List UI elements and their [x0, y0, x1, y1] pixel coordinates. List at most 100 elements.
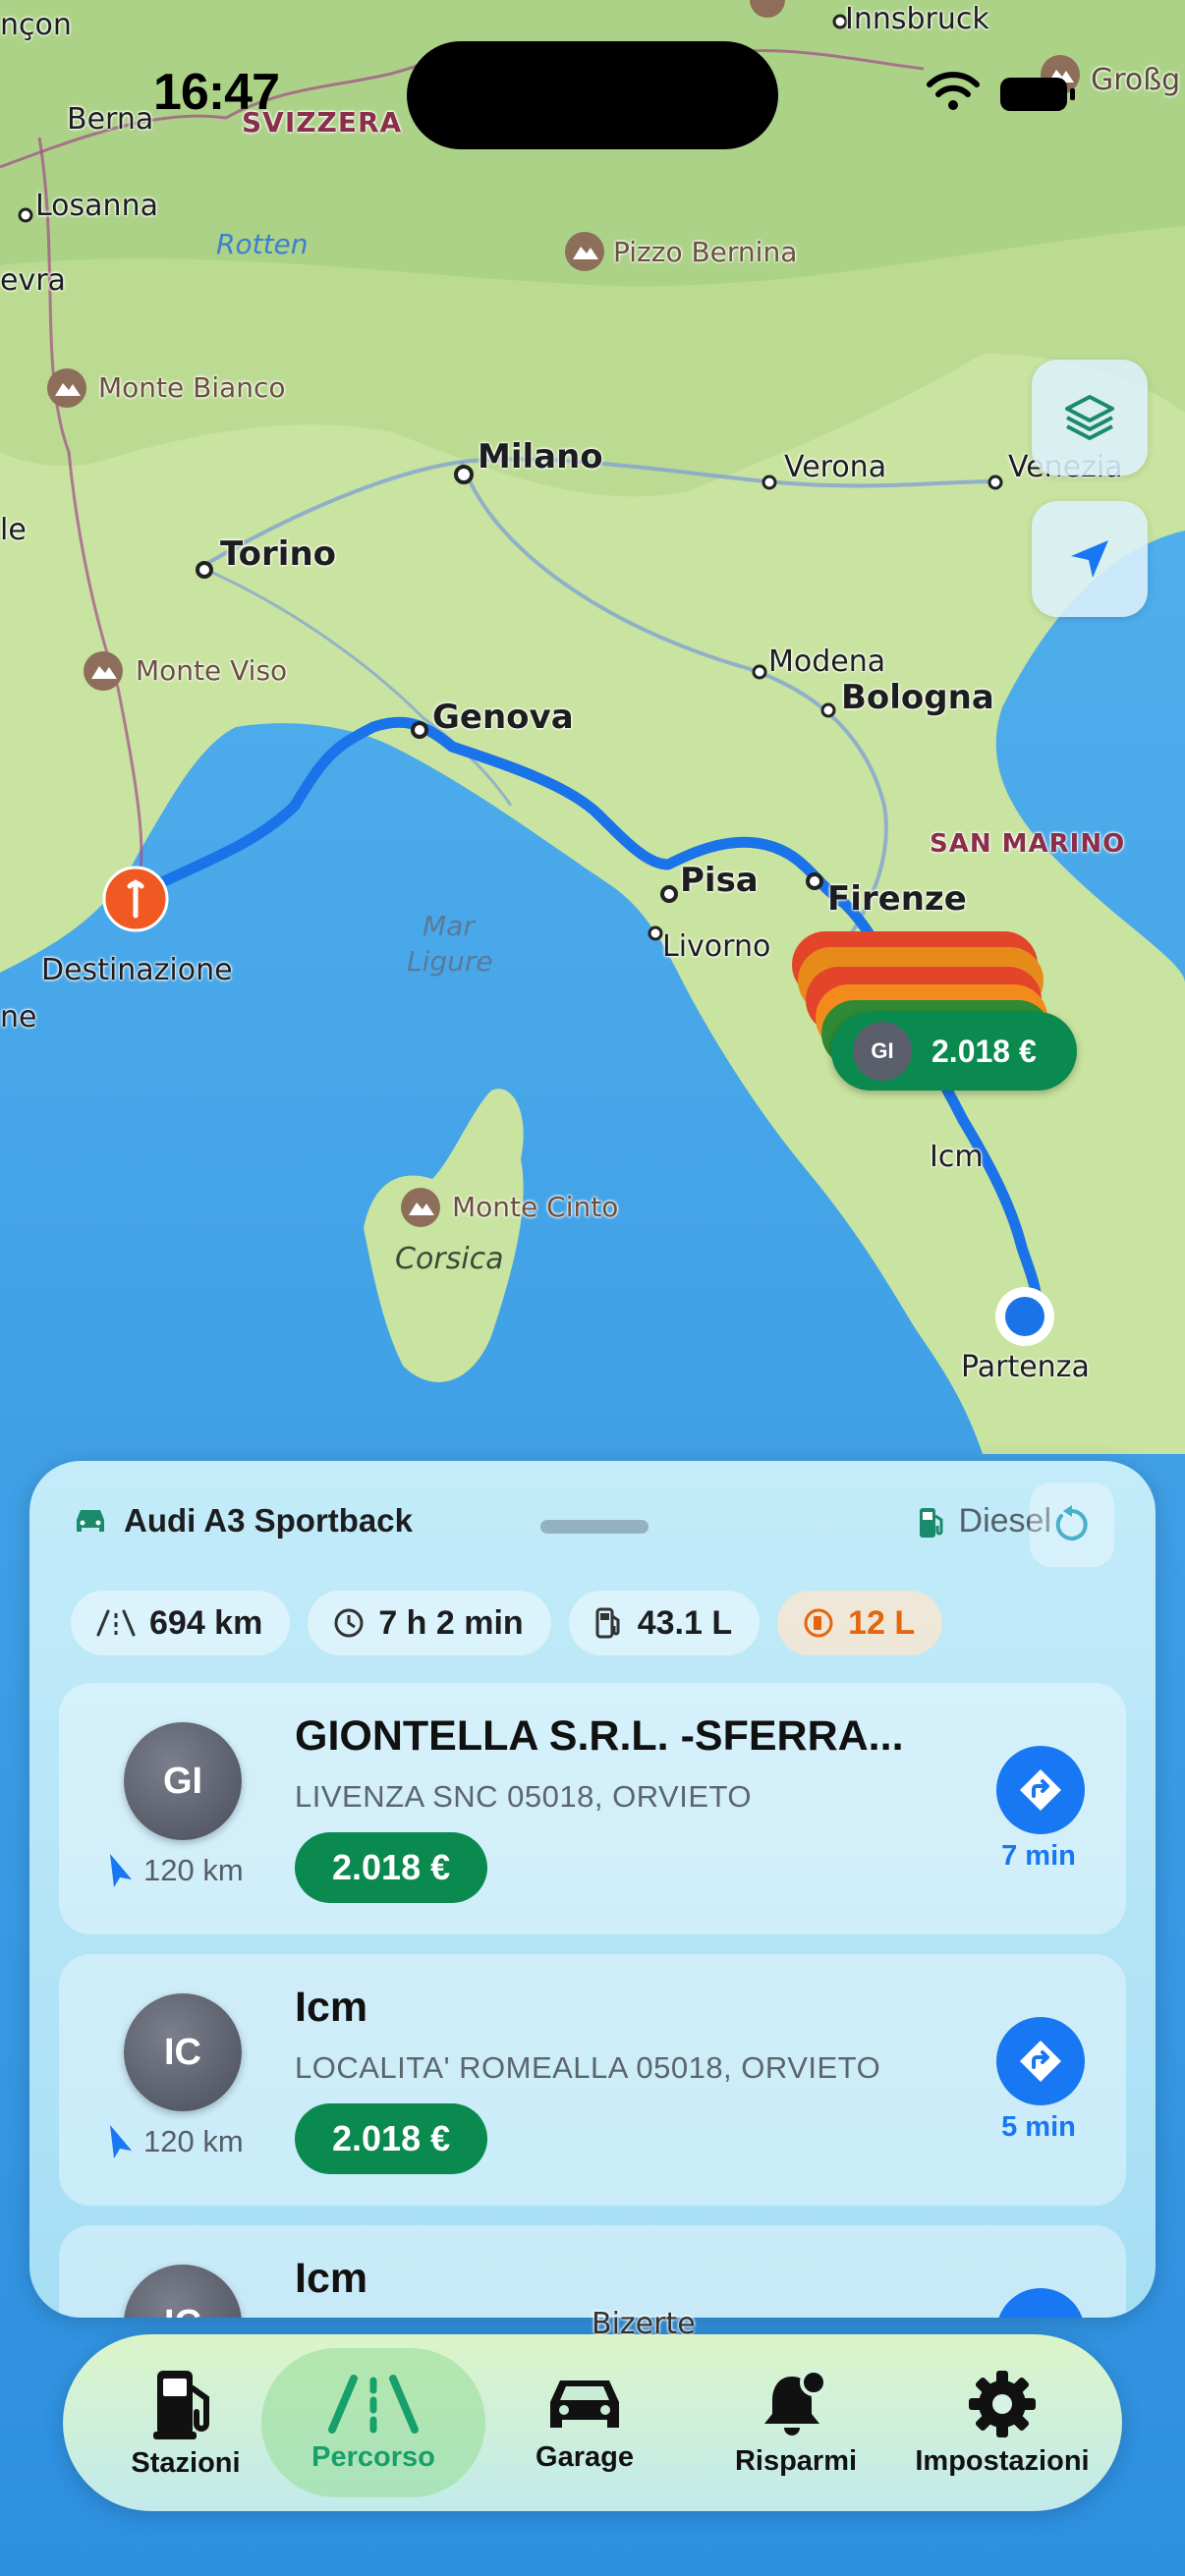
city-label: Berna: [67, 102, 154, 137]
edge-label: evra: [0, 263, 66, 298]
peak-label: Monte Viso: [136, 654, 288, 687]
peak-label: Monte Bianco: [98, 371, 286, 404]
destination-label: Destinazione: [41, 953, 233, 987]
duration-pill: 7 h 2 min: [308, 1591, 551, 1655]
tab-stazioni[interactable]: Stazioni: [112, 2334, 259, 2511]
sea-label: Ligure: [407, 945, 493, 978]
sheet-handle[interactable]: [540, 1520, 649, 1534]
navigate-button[interactable]: [996, 2017, 1085, 2105]
station-avatar: IC: [124, 1993, 242, 2111]
navigate-button[interactable]: [996, 2288, 1085, 2318]
city-label: Milano: [478, 437, 603, 476]
region-label: SAN MARINO: [930, 829, 1126, 859]
bell-badge-icon: [764, 2368, 827, 2436]
station-address: LIVENZA SNC 05018, ORVIETO: [295, 1779, 752, 1814]
station-address: LOCALITA' ROMEALLA 05018, ORVIETO: [295, 2050, 881, 2085]
city-label: Torino: [220, 534, 337, 574]
duration-value: 7 h 2 min: [378, 1603, 524, 1642]
gear-icon: [969, 2370, 1036, 2437]
station-price: 2.018 €: [295, 2103, 488, 2174]
region-label: Corsica: [395, 1242, 504, 1276]
status-time: 16:47: [153, 64, 280, 121]
tab-risparmi[interactable]: Risparmi: [688, 2334, 904, 2511]
dynamic-island: [407, 41, 778, 149]
city-label: Genova: [432, 698, 574, 737]
station-map-label: Icm: [930, 1140, 984, 1174]
distance-pill: 694 km: [71, 1591, 291, 1655]
edge-label: nçon: [0, 8, 72, 42]
station-card[interactable]: IC Icm: [59, 2225, 1126, 2318]
car-icon: [77, 1510, 104, 1532]
vehicle-name: Audi A3 Sportback: [124, 1502, 413, 1539]
distance-value: 694 km: [149, 1603, 263, 1642]
city-label: Pisa: [680, 861, 759, 900]
marker-price: 2.018 €: [931, 1033, 1037, 1069]
route-stats: 694 km 7 h 2 min 43.1 L 12 L: [71, 1591, 943, 1655]
peak-label: Monte Cinto: [452, 1191, 619, 1223]
river-label: Rotten: [216, 228, 309, 260]
station-price: 2.018 €: [295, 1832, 488, 1903]
station-name: GIONTELLA S.R.L. -SFERRA...: [295, 1712, 904, 1760]
station-avatar: IC: [124, 2265, 242, 2318]
location-arrow-icon: [1071, 540, 1108, 578]
station-distance: 120 km: [106, 1852, 244, 1889]
city-label: Firenze: [827, 879, 967, 919]
station-eta: 7 min: [1001, 1840, 1076, 1872]
tab-label: Percorso: [311, 2440, 435, 2473]
station-marker-top[interactable]: GI 2.018 €: [831, 1012, 1077, 1091]
station-distance-value: 120 km: [143, 2124, 244, 2158]
fuel-pump-icon: [153, 2370, 209, 2439]
wifi-icon: [927, 72, 980, 110]
locate-me-button[interactable]: [1032, 501, 1148, 617]
car-icon: [550, 2380, 619, 2428]
route-sheet[interactable]: Audi A3 Sportback Diesel 694 km 7 h 2 mi…: [29, 1461, 1156, 2318]
tab-bar: Stazioni Percorso Garage Risparmi Impost…: [63, 2334, 1122, 2511]
directions-icon: [1020, 2041, 1061, 2082]
station-name: Icm: [295, 2255, 368, 2302]
station-card[interactable]: IC 120 km Icm LOCALITA' ROMEALLA 05018, …: [59, 1954, 1126, 2206]
consumption-pill: 43.1 L: [568, 1591, 761, 1655]
location-arrow-icon: [110, 2125, 132, 2158]
station-card[interactable]: GI 120 km GIONTELLA S.R.L. -SFERRA... LI…: [59, 1683, 1126, 1934]
location-arrow-icon: [110, 1854, 132, 1887]
station-distance-value: 120 km: [143, 1853, 244, 1887]
tab-impostazioni[interactable]: Impostazioni: [904, 2334, 1100, 2511]
road-icon: [96, 1609, 136, 1637]
city-label: Verona: [784, 450, 887, 484]
station-avatar: GI: [124, 1722, 242, 1840]
fuel-pump-icon: [595, 1607, 620, 1639]
layers-icon: [1065, 395, 1114, 440]
reset-route-button[interactable]: [1030, 1483, 1114, 1567]
sea-label: Mar: [423, 910, 475, 942]
station-name: Icm: [295, 1984, 368, 2031]
vehicle-header: Audi A3 Sportback: [73, 1502, 413, 1540]
city-label: Losanna: [35, 189, 158, 223]
tank-value: 12 L: [848, 1603, 916, 1642]
edge-label: ne: [0, 1000, 37, 1035]
peak-label: Pizzo Bernina: [613, 236, 798, 268]
road-icon: [328, 2374, 419, 2434]
reset-icon: [1055, 1505, 1088, 1540]
fuel-gauge-icon: [804, 1608, 833, 1638]
marker-avatar: GI: [853, 1022, 912, 1081]
tab-label: Stazioni: [131, 2446, 241, 2479]
city-label: Bologna: [841, 678, 994, 717]
start-label: Partenza: [961, 1350, 1090, 1384]
edge-label: le: [0, 513, 27, 547]
station-distance: 120 km: [106, 2123, 244, 2160]
city-label: Livorno: [662, 929, 771, 964]
battery-icon: [1000, 78, 1075, 111]
tab-percorso[interactable]: Percorso: [265, 2334, 481, 2511]
navigate-button[interactable]: [996, 1746, 1085, 1834]
map-layers-button[interactable]: [1032, 360, 1148, 476]
consumption-value: 43.1 L: [637, 1603, 733, 1642]
fuel-pump-icon: [919, 1507, 943, 1538]
tab-garage[interactable]: Garage: [481, 2334, 688, 2511]
tank-pill: 12 L: [777, 1591, 943, 1655]
directions-icon: [1020, 1769, 1061, 1811]
tab-label: Impostazioni: [915, 2444, 1090, 2477]
tab-label: Risparmi: [734, 2444, 858, 2477]
tab-label: Garage: [536, 2440, 634, 2473]
edge-label: Großg: [1091, 63, 1181, 97]
clock-icon: [334, 1608, 364, 1638]
